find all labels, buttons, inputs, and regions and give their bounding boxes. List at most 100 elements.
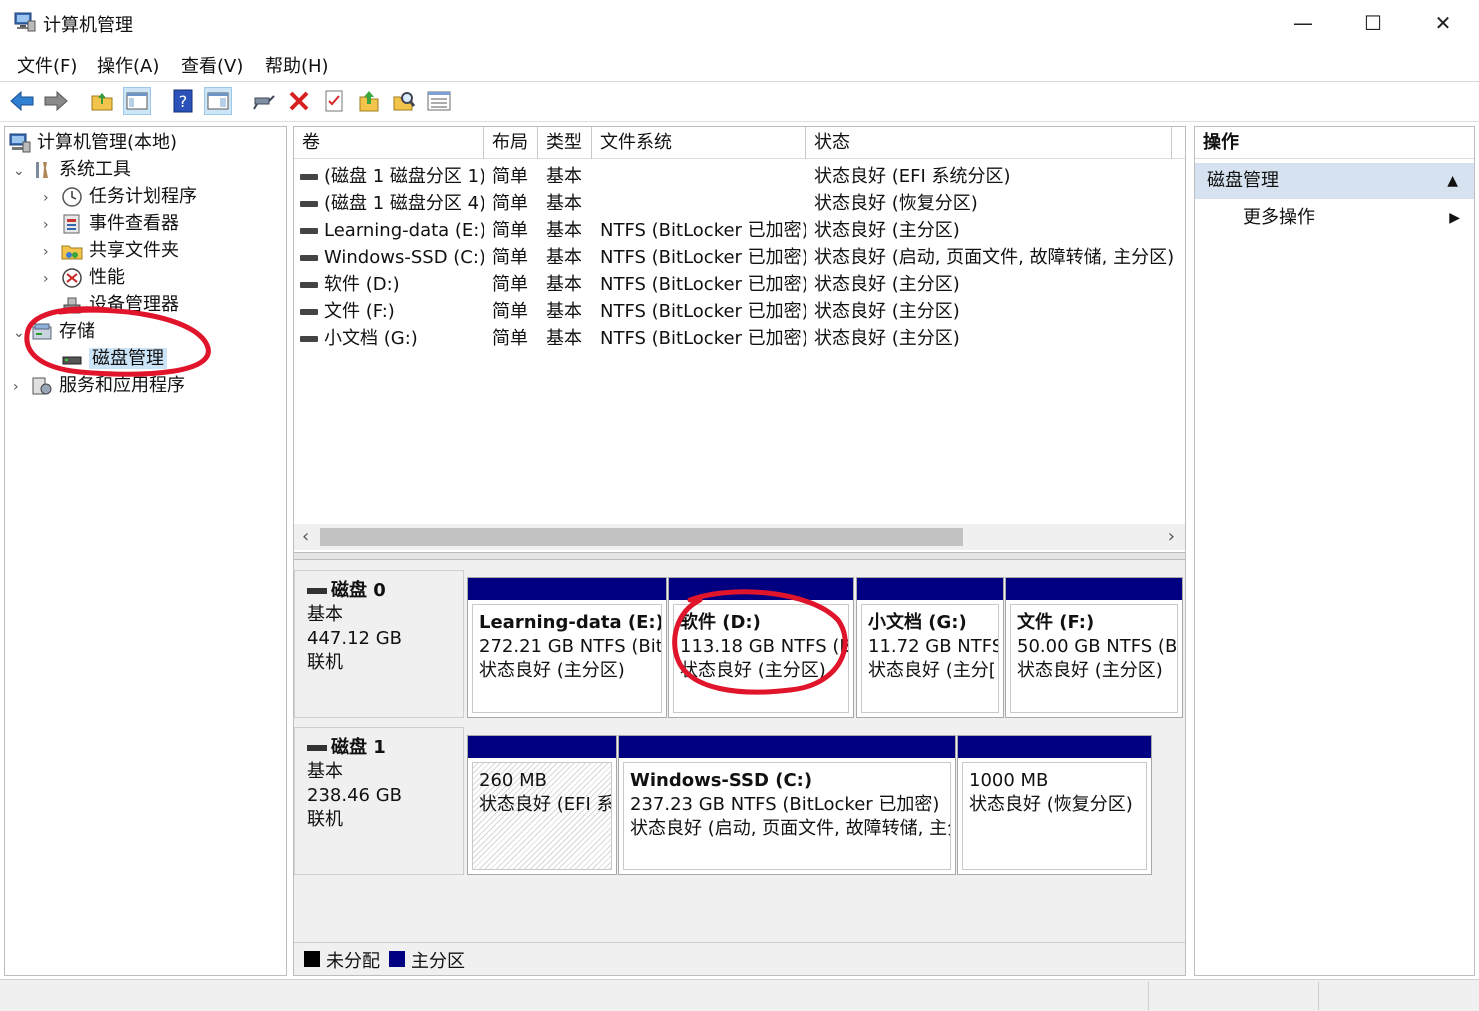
- tree-item-system-tools[interactable]: ⌄ 系统工具: [13, 156, 131, 183]
- partition-recovery[interactable]: 1000 MB 状态良好 (恢复分区): [957, 735, 1152, 875]
- list-view-button[interactable]: [425, 87, 453, 115]
- volume-icon: [300, 255, 318, 261]
- tree-item-services-applications[interactable]: › 服务和应用程序: [13, 372, 185, 399]
- disk-0-label[interactable]: 磁盘 0 基本 447.12 GB 联机: [294, 570, 464, 718]
- chevron-right-icon[interactable]: ›: [43, 212, 61, 239]
- properties-checklist-icon: [325, 90, 343, 112]
- volume-row[interactable]: (磁盘 1 磁盘分区 4) 简单 基本 状态良好 (恢复分区): [294, 190, 1185, 217]
- partition-name: Windows-SSD (C:): [630, 770, 813, 791]
- partition-files-f[interactable]: 文件 (F:) 50.00 GB NTFS (Bi 状态良好 (主分区): [1005, 577, 1183, 718]
- volume-row[interactable]: Windows-SSD (C:) 简单 基本 NTFS (BitLocker 已加密)…: [294, 244, 1185, 271]
- chevron-right-icon[interactable]: ›: [43, 266, 61, 293]
- more-actions-item[interactable]: 更多操作 ▶: [1195, 203, 1474, 233]
- cell-text: 基本: [546, 193, 582, 214]
- chevron-right-icon[interactable]: ›: [43, 185, 61, 212]
- folder-arrow-up-icon: [359, 91, 379, 112]
- chevron-right-icon[interactable]: ›: [43, 239, 61, 266]
- tree-item-device-manager[interactable]: 设备管理器: [61, 291, 179, 318]
- filesystem-cell: NTFS (BitLocker 已加密): [600, 298, 806, 325]
- scrollbar-thumb[interactable]: [320, 528, 963, 546]
- pane-splitter[interactable]: [294, 552, 1185, 560]
- search-folder-button[interactable]: [390, 87, 418, 115]
- volume-name-cell: Learning-data (E:): [300, 217, 484, 244]
- maximize-button[interactable]: ☐: [1338, 0, 1408, 46]
- tree-item-computer-management[interactable]: 计算机管理(本地): [9, 129, 177, 156]
- layout-cell: 简单: [492, 163, 542, 190]
- properties-button[interactable]: [320, 87, 348, 115]
- new-folder-button[interactable]: [355, 87, 383, 115]
- tree-item-storage[interactable]: ⌄ 存储: [13, 318, 95, 345]
- menu-view[interactable]: 查看(V): [181, 52, 243, 78]
- column-header-type[interactable]: 类型: [538, 127, 592, 159]
- partition-documents-g[interactable]: 小文档 (G:) 11.72 GB NTFS 状态良好 (主分[: [856, 577, 1004, 718]
- cell-text: 状态良好 (主分区): [814, 301, 960, 322]
- tree-item-event-viewer[interactable]: › 事件查看器: [43, 210, 179, 237]
- cell-text: 基本: [546, 220, 582, 241]
- horizontal-scrollbar[interactable]: ‹ ›: [294, 524, 1185, 550]
- partition-windows-ssd-c[interactable]: Windows-SSD (C:) 237.23 GB NTFS (BitLock…: [618, 735, 956, 875]
- partition-learning-data[interactable]: Learning-data (E:) 272.21 GB NTFS (BitL …: [467, 577, 667, 718]
- primary-partition-band: [619, 736, 955, 758]
- up-folder-button[interactable]: [88, 87, 116, 115]
- delete-button[interactable]: [285, 87, 313, 115]
- tree-item-performance[interactable]: › 性能: [43, 264, 125, 291]
- partition-efi[interactable]: 260 MB 状态良好 (EFI 系: [467, 735, 617, 875]
- menu-file[interactable]: 文件(F): [17, 52, 77, 78]
- help-button[interactable]: ?: [169, 87, 197, 115]
- chevron-down-icon[interactable]: ⌄: [13, 320, 31, 347]
- type-cell: 基本: [546, 325, 596, 352]
- computer-management-icon: [9, 133, 31, 153]
- partition-status: 状态良好 (主分区): [680, 660, 826, 681]
- partition-info: 237.23 GB NTFS (BitLocker 已加密): [630, 794, 940, 815]
- scroll-left-icon[interactable]: ‹: [302, 526, 309, 547]
- partition-info: 260 MB: [479, 770, 547, 791]
- cell-text: 软件 (D:): [324, 274, 400, 295]
- disk-size: 447.12 GB: [307, 628, 403, 649]
- close-button[interactable]: ✕: [1408, 0, 1478, 46]
- chevron-right-icon[interactable]: ›: [13, 374, 31, 401]
- volume-name-cell: 文件 (F:): [300, 298, 484, 325]
- menu-action[interactable]: 操作(A): [97, 52, 159, 78]
- filesystem-cell: NTFS (BitLocker 已加密): [600, 325, 806, 352]
- filesystem-cell: NTFS (BitLocker 已加密): [600, 244, 806, 271]
- column-header-status[interactable]: 状态: [806, 127, 1172, 159]
- disk-1-label[interactable]: 磁盘 1 基本 238.46 GB 联机: [294, 727, 464, 875]
- primary-partition-band: [958, 736, 1151, 758]
- partition-name: Learning-data (E:): [479, 612, 662, 633]
- legend-label-primary: 主分区: [411, 951, 465, 972]
- collapse-up-icon[interactable]: ▲: [1447, 163, 1458, 199]
- layout-cell: 简单: [492, 298, 542, 325]
- column-header-filesystem[interactable]: 文件系统: [592, 127, 806, 159]
- volume-row[interactable]: 软件 (D:) 简单 基本 NTFS (BitLocker 已加密) 状态良好 (主分区…: [294, 271, 1185, 298]
- column-header-volume[interactable]: 卷: [294, 127, 484, 159]
- connect-button[interactable]: [250, 87, 278, 115]
- forward-button[interactable]: [42, 87, 70, 115]
- volume-row[interactable]: Learning-data (E:) 简单 基本 NTFS (BitLocker 已加…: [294, 217, 1185, 244]
- volume-row[interactable]: 小文档 (G:) 简单 基本 NTFS (BitLocker 已加密) 状态良好 (主分…: [294, 325, 1185, 352]
- status-cell: 状态良好 (主分区): [814, 271, 1174, 298]
- back-button[interactable]: [8, 87, 36, 115]
- primary-partition-band: [468, 736, 616, 758]
- disk-state: 联机: [307, 652, 343, 673]
- tree-label: 性能: [89, 267, 125, 288]
- partition-status: 状态良好 (恢复分区): [969, 794, 1133, 815]
- back-arrow-icon: [10, 90, 34, 112]
- menu-help[interactable]: 帮助(H): [265, 52, 329, 78]
- minimize-button[interactable]: —: [1268, 0, 1338, 46]
- show-hide-action-pane-button[interactable]: [204, 87, 232, 115]
- partition-software-d[interactable]: 软件 (D:) 113.18 GB NTFS (Bi 状态良好 (主分区): [668, 577, 854, 718]
- tree-item-shared-folders[interactable]: › 共享文件夹: [43, 237, 179, 264]
- column-header-layout[interactable]: 布局: [484, 127, 538, 159]
- disk-state: 联机: [307, 809, 343, 830]
- tree-item-task-scheduler[interactable]: › 任务计划程序: [43, 183, 197, 210]
- show-hide-console-tree-button[interactable]: [123, 87, 151, 115]
- tree-item-disk-management[interactable]: 磁盘管理: [61, 345, 167, 372]
- partition-info: 50.00 GB NTFS (Bi: [1017, 636, 1178, 657]
- volume-row[interactable]: (磁盘 1 磁盘分区 1) 简单 基本 状态良好 (EFI 系统分区): [294, 163, 1185, 190]
- chevron-down-icon[interactable]: ⌄: [13, 158, 31, 185]
- primary-partition-band: [669, 578, 853, 600]
- volume-row[interactable]: 文件 (F:) 简单 基本 NTFS (BitLocker 已加密) 状态良好 (主分区…: [294, 298, 1185, 325]
- scroll-right-icon[interactable]: ›: [1168, 526, 1175, 547]
- actions-section-disk-management[interactable]: 磁盘管理 ▲: [1195, 163, 1474, 199]
- cell-text: 简单: [492, 193, 528, 214]
